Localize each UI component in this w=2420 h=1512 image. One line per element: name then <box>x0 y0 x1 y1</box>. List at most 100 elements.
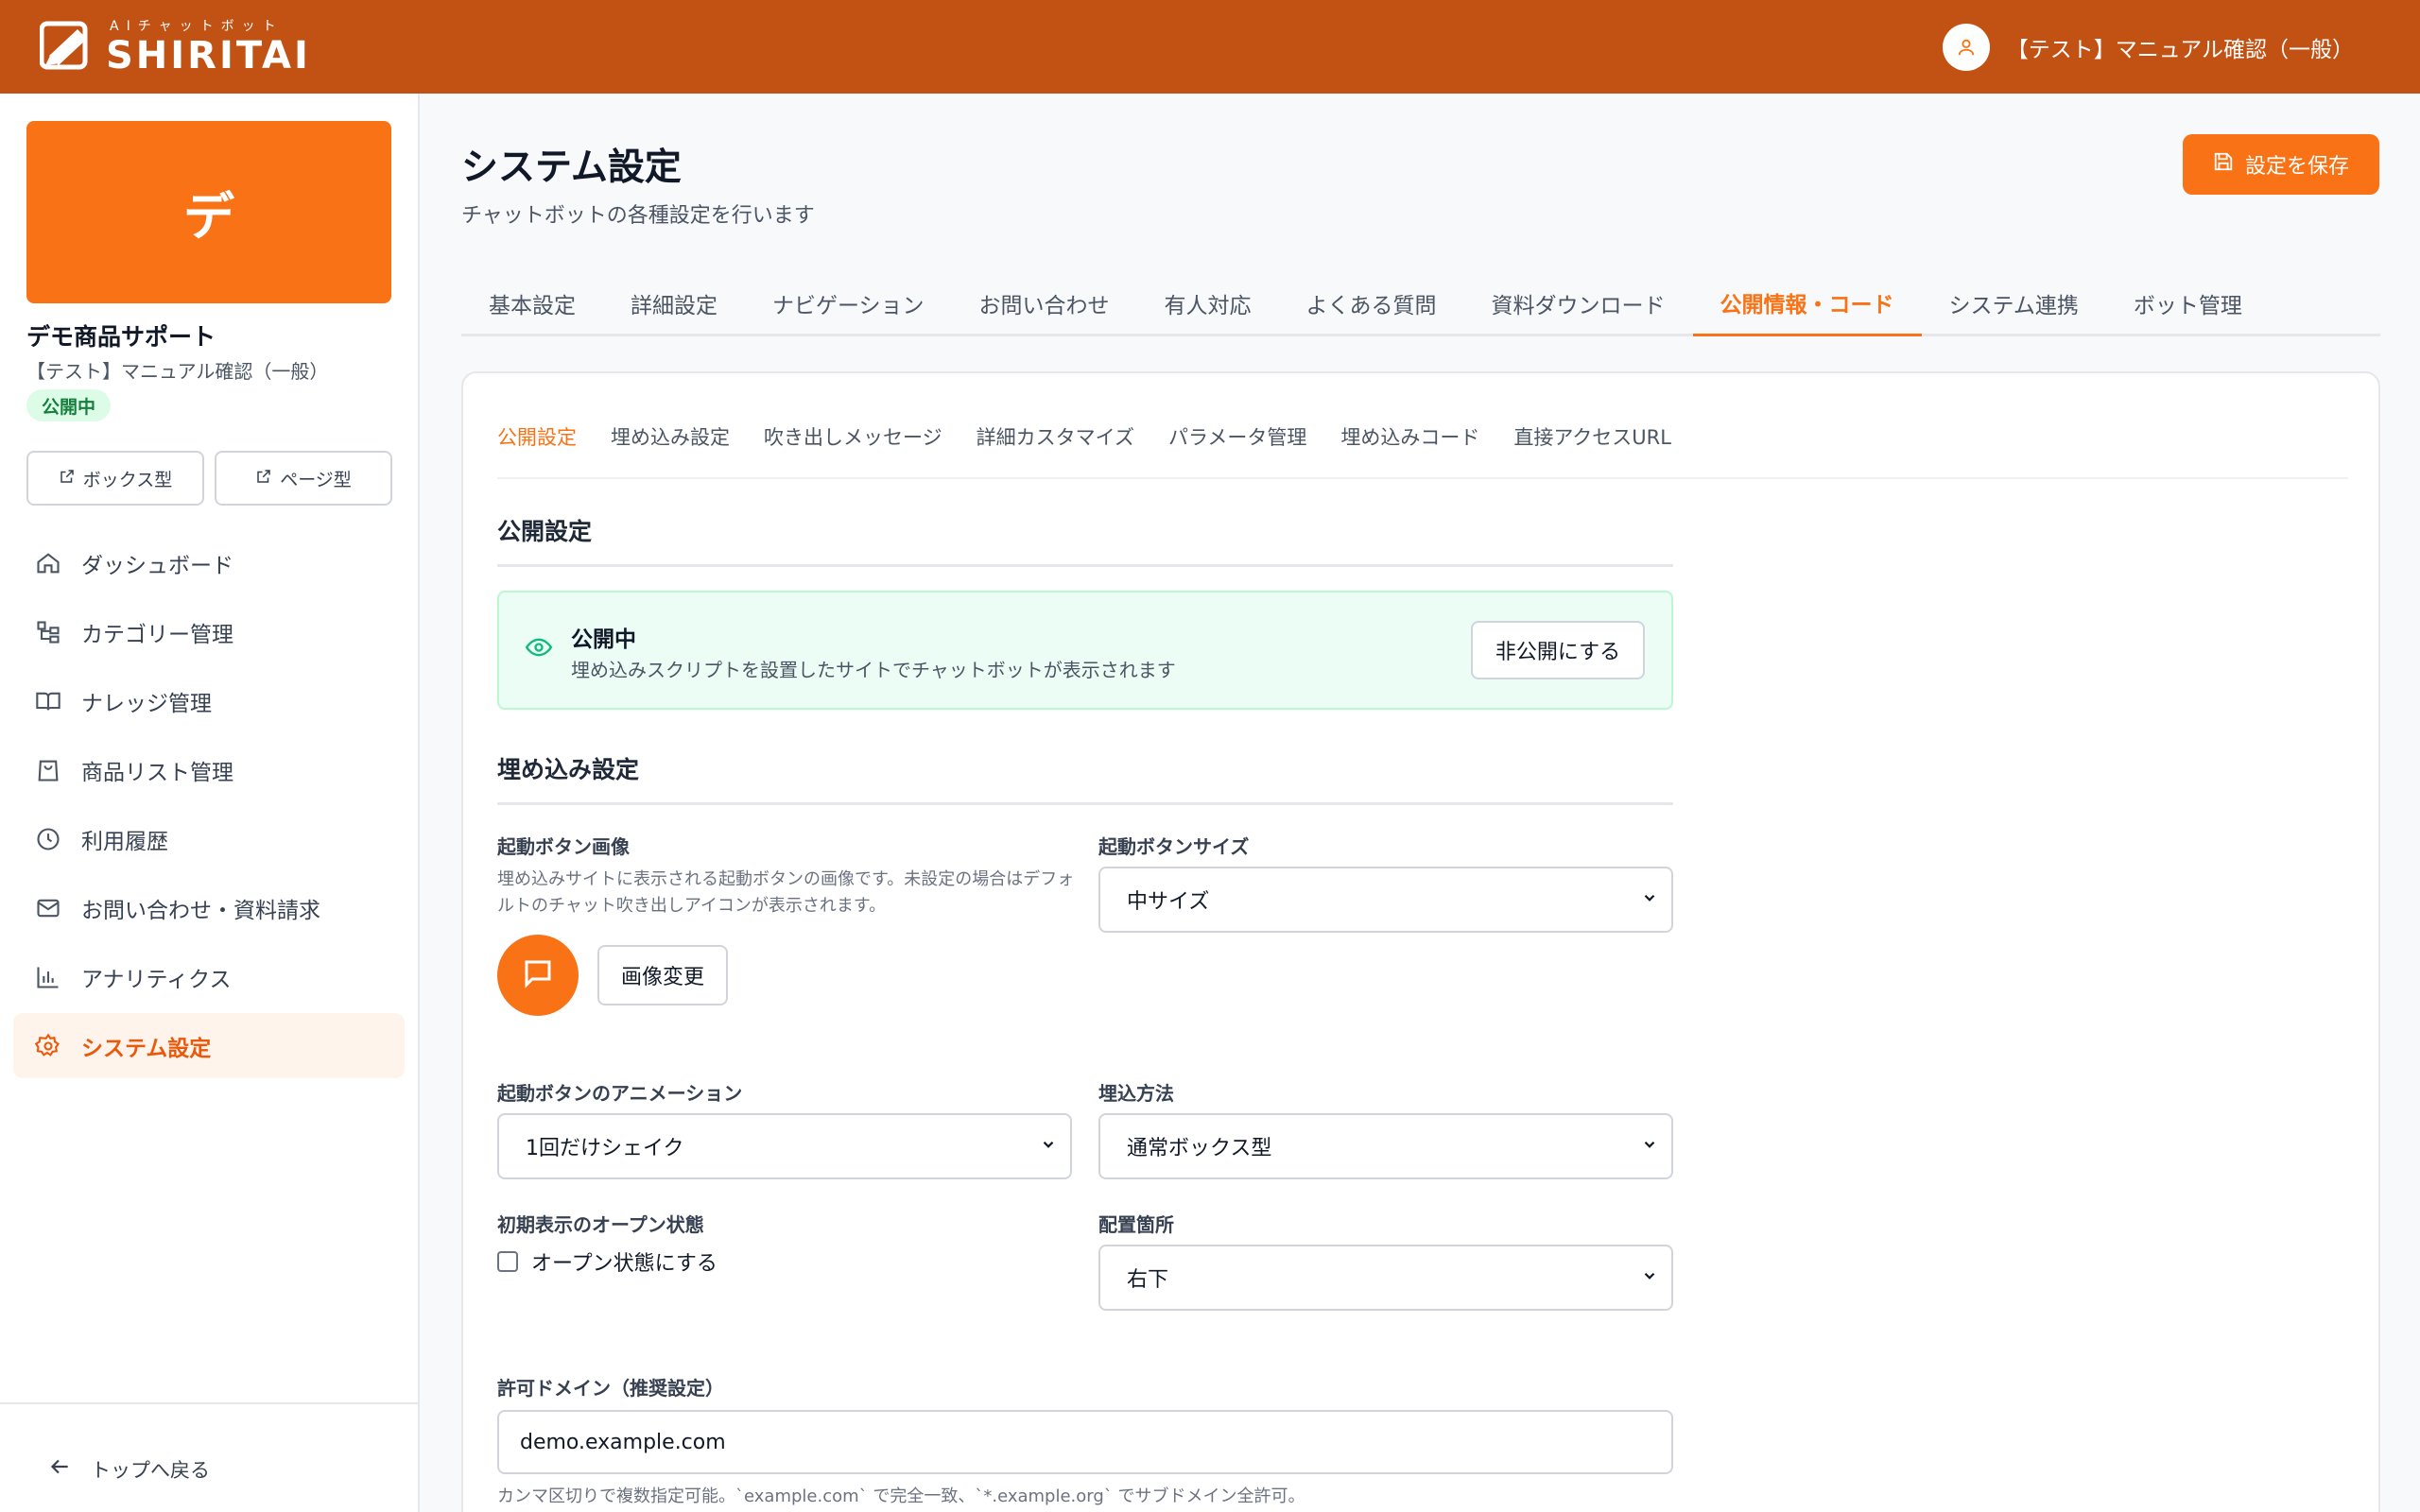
save-label: 設定を保存 <box>2244 155 2349 179</box>
back-label: トップへ戻る <box>91 1458 210 1482</box>
tab-system-integration[interactable]: システム連携 <box>1922 270 2106 336</box>
shopping-bag-icon <box>34 756 62 784</box>
tab-publish-code[interactable]: 公開情報・コード <box>1692 270 1922 336</box>
initial-open-checkbox[interactable] <box>497 1251 518 1272</box>
sidebar-item-dashboard[interactable]: ダッシュボード <box>13 530 405 595</box>
position-select[interactable]: 右下 <box>1098 1245 1673 1311</box>
publish-status-notice: 公開中 埋め込みスクリプトを設置したサイトでチャットボットが表示されます 非公開… <box>497 591 1673 710</box>
save-icon <box>2213 151 2234 178</box>
publish-status-title: 公開中 <box>571 627 636 652</box>
launch-button-preview <box>497 935 579 1016</box>
user-avatar-icon <box>1942 23 1990 71</box>
preview-box-button[interactable]: ボックス型 <box>26 451 204 506</box>
chevron-down-icon <box>1641 1135 1658 1159</box>
sidebar-item-label: ダッシュボード <box>81 553 233 578</box>
sub-tabs: 公開設定 埋め込み設定 吹き出しメッセージ 詳細カスタマイズ パラメータ管理 埋… <box>497 413 2348 479</box>
sidebar-item-label: カテゴリー管理 <box>81 622 233 647</box>
bot-name: デモ商品サポート <box>26 323 216 351</box>
button-image-help: 埋め込みサイトに表示される起動ボタンの画像です。未設定の場合はデフォルトのチャッ… <box>497 869 1075 916</box>
category-tree-icon <box>34 618 62 646</box>
publish-status-text: 埋め込みスクリプトを設置したサイトでチャットボットが表示されます <box>571 659 1176 681</box>
subtab-balloon-message[interactable]: 吹き出しメッセージ <box>764 413 942 451</box>
position-label: 配置箇所 <box>1098 1213 1174 1236</box>
allowed-domain-input[interactable]: demo.example.com <box>497 1410 1673 1474</box>
home-icon <box>34 549 62 577</box>
external-link-icon <box>59 468 76 490</box>
change-image-button[interactable]: 画像変更 <box>597 945 728 1005</box>
publish-section-title: 公開設定 <box>497 513 1673 567</box>
button-image-label: 起動ボタン画像 <box>497 835 630 858</box>
arrow-left-icon <box>47 1454 72 1484</box>
allowed-domain-label: 許可ドメイン（推奨設定） <box>497 1377 724 1400</box>
subtab-publish-settings[interactable]: 公開設定 <box>497 413 577 451</box>
clock-icon <box>34 825 62 853</box>
initial-open-option[interactable]: オープン状態にする <box>497 1246 717 1277</box>
sidebar-item-products[interactable]: 商品リスト管理 <box>13 737 405 802</box>
sidebar: デ デモ商品サポート 【テスト】マニュアル確認（一般） 公開中 ボックス型 ペー… <box>0 94 420 1512</box>
button-size-select[interactable]: 中サイズ <box>1098 867 1673 933</box>
book-icon <box>34 687 62 715</box>
bot-avatar: デ <box>26 121 391 303</box>
status-badge: 公開中 <box>26 389 112 421</box>
eye-icon <box>525 634 553 664</box>
settings-tabs: 基本設定 詳細設定 ナビゲーション お問い合わせ 有人対応 よくある質問 資料ダ… <box>461 270 2380 336</box>
embed-method-label: 埋込方法 <box>1098 1082 1174 1105</box>
subtab-direct-url[interactable]: 直接アクセスURL <box>1513 413 1671 451</box>
sidebar-item-analytics[interactable]: アナリティクス <box>13 944 405 1009</box>
tab-human-support[interactable]: 有人対応 <box>1137 270 1279 336</box>
initial-open-label: 初期表示のオープン状態 <box>497 1213 704 1236</box>
sidebar-item-label: 商品リスト管理 <box>81 760 233 785</box>
logo[interactable]: AIチャットボット SHIRITAI <box>39 18 311 75</box>
sidebar-item-knowledge[interactable]: ナレッジ管理 <box>13 668 405 733</box>
external-link-icon <box>255 468 272 490</box>
sidebar-divider <box>0 1402 418 1404</box>
top-header: AIチャットボット SHIRITAI 【テスト】マニュアル確認（一般） <box>0 0 2420 94</box>
chevron-down-icon <box>1641 888 1658 912</box>
tab-document-download[interactable]: 資料ダウンロード <box>1464 270 1693 336</box>
embed-method-select[interactable]: 通常ボックス型 <box>1098 1113 1673 1179</box>
page-subtitle: チャットボットの各種設定を行います <box>461 204 815 228</box>
user-menu[interactable]: 【テスト】マニュアル確認（一般） <box>1942 23 2354 71</box>
embed-method-value: 通常ボックス型 <box>1127 1137 1272 1160</box>
subtab-embed-settings[interactable]: 埋め込み設定 <box>611 413 730 451</box>
tab-faq[interactable]: よくある質問 <box>1279 270 1464 336</box>
tab-bot-management[interactable]: ボット管理 <box>2106 270 2270 336</box>
preview-page-button[interactable]: ページ型 <box>215 451 392 506</box>
bot-organization: 【テスト】マニュアル確認（一般） <box>26 360 329 383</box>
animation-select[interactable]: 1回だけシェイク <box>497 1113 1072 1179</box>
sidebar-item-label: お問い合わせ・資料請求 <box>81 898 320 923</box>
back-to-top-link[interactable]: トップへ戻る <box>47 1454 210 1484</box>
subtab-advanced-customize[interactable]: 詳細カスタマイズ <box>977 413 1134 451</box>
unpublish-button[interactable]: 非公開にする <box>1471 621 1645 679</box>
embed-section-title: 埋め込み設定 <box>497 751 1673 805</box>
chat-bubble-icon <box>521 956 555 994</box>
subtab-parameters[interactable]: パラメータ管理 <box>1168 413 1306 451</box>
chevron-down-icon <box>1040 1135 1057 1159</box>
save-settings-button[interactable]: 設定を保存 <box>2183 134 2379 195</box>
sidebar-item-label: ナレッジ管理 <box>81 691 212 716</box>
sidebar-item-system-settings[interactable]: システム設定 <box>13 1013 405 1078</box>
position-value: 右下 <box>1127 1268 1169 1292</box>
settings-card: 公開設定 埋め込み設定 吹き出しメッセージ 詳細カスタマイズ パラメータ管理 埋… <box>461 371 2380 1512</box>
logo-subtitle: AIチャットボット <box>110 18 284 34</box>
tab-basic[interactable]: 基本設定 <box>461 270 603 336</box>
chevron-down-icon <box>1641 1266 1658 1290</box>
sidebar-item-label: システム設定 <box>81 1036 212 1061</box>
page-title: システム設定 <box>461 146 682 189</box>
sidebar-item-history[interactable]: 利用履歴 <box>13 806 405 871</box>
gear-icon <box>34 1032 62 1060</box>
sidebar-item-label: アナリティクス <box>81 967 232 992</box>
button-size-value: 中サイズ <box>1127 890 1210 914</box>
sidebar-item-category[interactable]: カテゴリー管理 <box>13 599 405 664</box>
bar-chart-icon <box>34 963 62 991</box>
user-name: 【テスト】マニュアル確認（一般） <box>2006 37 2354 62</box>
tab-navigation[interactable]: ナビゲーション <box>745 270 952 336</box>
subtab-embed-code[interactable]: 埋め込みコード <box>1340 413 1479 451</box>
mail-icon <box>34 894 62 922</box>
sidebar-nav: ダッシュボード カテゴリー管理 ナレッジ管理 商品リスト管理 利用履歴 お問い合… <box>13 530 405 1082</box>
tab-contact[interactable]: お問い合わせ <box>952 270 1137 336</box>
tab-detail[interactable]: 詳細設定 <box>603 270 745 336</box>
sidebar-item-inquiries[interactable]: お問い合わせ・資料請求 <box>13 875 405 940</box>
initial-open-checkbox-label: オープン状態にする <box>531 1252 717 1276</box>
sidebar-item-label: 利用履歴 <box>81 829 168 854</box>
